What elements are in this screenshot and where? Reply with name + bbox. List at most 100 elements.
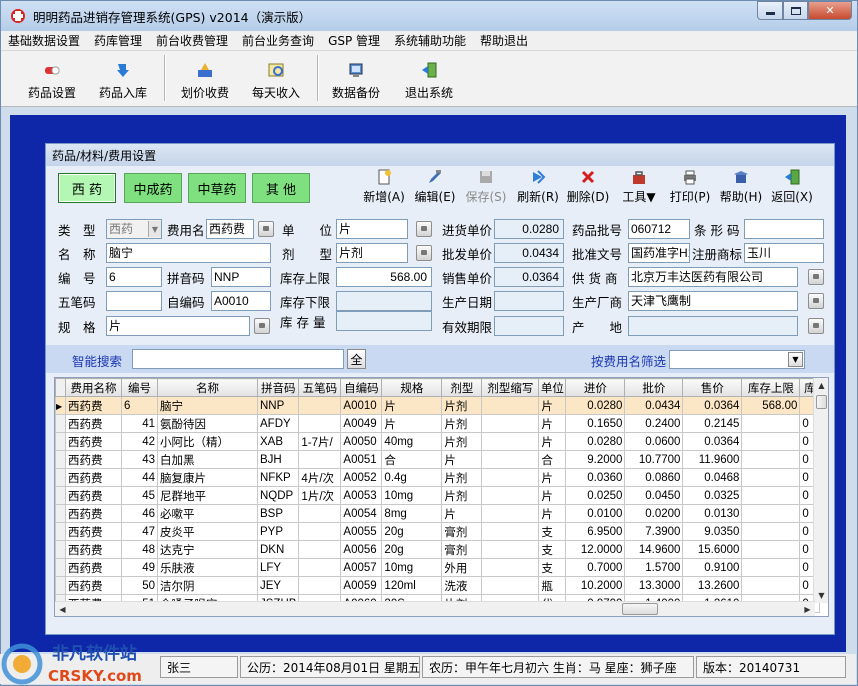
cell-wholesale[interactable]: 13.3000 [624, 576, 684, 595]
type-dropdown-arrow-icon[interactable]: ▼ [148, 221, 161, 237]
col-buy-price[interactable]: 进价 [565, 378, 626, 397]
fee-name-lookup-icon[interactable] [258, 221, 274, 237]
buy-price-field[interactable]: 0.0280 [494, 219, 564, 239]
cell-stock-max[interactable] [741, 414, 801, 433]
cell-dosage-form[interactable]: 片剂 [441, 396, 483, 415]
cell-spec[interactable]: 8mg [381, 504, 443, 523]
spec-field[interactable]: 片 [106, 316, 250, 336]
menu-front-query[interactable]: 前台业务查询 [235, 32, 321, 49]
cell-buy-price[interactable]: 0.0280 [565, 432, 626, 451]
tab-other[interactable]: 其 他 [252, 173, 310, 203]
cell-buy-price[interactable]: 9.2000 [565, 450, 626, 469]
supplier-lookup-icon[interactable] [808, 269, 824, 285]
cell-spec[interactable]: 10mg [381, 486, 443, 505]
cell-code[interactable]: 6 [121, 396, 158, 415]
cell-pinyin[interactable]: JEY [256, 576, 300, 595]
help-button[interactable]: 帮助(H) [719, 169, 763, 205]
fee-filter-dropdown-icon[interactable]: ▼ [788, 352, 803, 367]
cell-unit[interactable]: 支 [538, 540, 567, 559]
cell-spec[interactable]: 0.4g [381, 468, 443, 487]
table-row[interactable]: 西药费 43 白加黑 BJH A0051 合片合 9.2000 10.7700 11.9600 0 [55, 450, 821, 469]
cell-stock-max[interactable]: 568.00 [741, 396, 801, 415]
drug-settings-button[interactable]: 药品设置 [25, 55, 79, 101]
pinyin-field[interactable]: NNP [211, 267, 271, 287]
cell-pinyin[interactable]: NNP [256, 396, 300, 415]
cell-dosage-form[interactable]: 片 [441, 450, 483, 469]
cell-unit[interactable]: 片 [538, 396, 567, 415]
row-indicator[interactable] [55, 414, 66, 433]
cell-wholesale[interactable]: 7.3900 [624, 522, 684, 541]
col-spec[interactable]: 规格 [381, 378, 443, 397]
cell-form-abbr[interactable] [481, 486, 540, 505]
col-fee-name[interactable]: 费用名称 [65, 378, 122, 397]
cell-pinyin[interactable]: BSP [256, 504, 300, 523]
batch-field[interactable]: 060712 [628, 219, 690, 239]
cell-fee-name[interactable]: 西药费 [65, 576, 122, 595]
col-stock-max[interactable]: 库存上限 [741, 378, 801, 397]
cell-pinyin[interactable]: AFDY [256, 414, 300, 433]
scroll-up-icon[interactable]: ▲ [814, 378, 828, 393]
trademark-field[interactable]: 玉川 [744, 243, 824, 263]
cell-fee-name[interactable]: 西药费 [65, 540, 122, 559]
minimize-button[interactable] [757, 1, 783, 20]
tab-western-medicine[interactable]: 西 药 [58, 173, 116, 203]
smart-search-input[interactable] [132, 349, 344, 369]
cell-form-abbr[interactable] [481, 522, 540, 541]
cell-form-abbr[interactable] [481, 540, 540, 559]
cell-self-code[interactable]: A0055 [340, 522, 383, 541]
name-field[interactable]: 脑宁 [106, 243, 271, 263]
col-name[interactable]: 名称 [157, 378, 258, 397]
cell-spec[interactable]: 120ml [381, 576, 443, 595]
cell-dosage-form[interactable]: 洗液 [441, 576, 483, 595]
cell-code[interactable]: 42 [121, 432, 158, 451]
tools-dropdown[interactable]: 工具▼ [617, 169, 661, 205]
cell-buy-price[interactable]: 0.0100 [565, 504, 626, 523]
cell-self-code[interactable]: A0059 [340, 576, 383, 595]
menu-help-exit[interactable]: 帮助退出 [473, 32, 535, 49]
cell-self-code[interactable]: A0051 [340, 450, 383, 469]
scroll-left-icon[interactable]: ◀ [55, 602, 70, 616]
new-button[interactable]: 新增(A) [362, 169, 406, 205]
cell-code[interactable]: 45 [121, 486, 158, 505]
origin-lookup-icon[interactable] [808, 318, 824, 334]
menu-system-tools[interactable]: 系统辅助功能 [387, 32, 473, 49]
cell-self-code[interactable]: A0053 [340, 486, 383, 505]
cell-sale-price[interactable]: 0.0364 [682, 396, 743, 415]
cell-wholesale[interactable]: 0.0600 [624, 432, 684, 451]
origin-field[interactable] [628, 316, 798, 336]
cell-pinyin[interactable]: NFKP [256, 468, 300, 487]
cell-pinyin[interactable]: NQDP [256, 486, 300, 505]
row-indicator[interactable] [55, 576, 66, 595]
cell-wubi[interactable]: 4片/次 [298, 468, 342, 487]
current-row-indicator-icon[interactable]: ▶ [55, 396, 66, 415]
col-wubi[interactable]: 五笔码 [298, 378, 342, 397]
cell-dosage-form[interactable]: 片剂 [441, 414, 483, 433]
cell-code[interactable]: 44 [121, 468, 158, 487]
cell-unit[interactable]: 瓶 [538, 576, 567, 595]
cell-dosage-form[interactable]: 片剂 [441, 432, 483, 451]
cell-buy-price[interactable]: 0.7000 [565, 558, 626, 577]
cell-form-abbr[interactable] [481, 432, 540, 451]
cell-wubi[interactable] [298, 540, 342, 559]
cell-name[interactable]: 氨酚待因 [157, 414, 258, 433]
cell-self-code[interactable]: A0049 [340, 414, 383, 433]
cell-spec[interactable]: 合 [381, 450, 443, 469]
cell-code[interactable]: 41 [121, 414, 158, 433]
menu-gsp[interactable]: GSP 管理 [321, 32, 387, 49]
cell-sale-price[interactable]: 0.9100 [682, 558, 743, 577]
row-indicator[interactable] [55, 450, 66, 469]
cell-sale-price[interactable]: 11.9600 [682, 450, 743, 469]
vertical-scroll-thumb[interactable] [816, 395, 827, 409]
col-unit[interactable]: 单位 [538, 378, 567, 397]
cell-wholesale[interactable]: 14.9600 [624, 540, 684, 559]
cell-wholesale[interactable]: 0.0434 [624, 396, 684, 415]
col-pinyin[interactable]: 拼音码 [256, 378, 300, 397]
supplier-field[interactable]: 北京万丰达医药有限公司 [628, 267, 798, 287]
cell-pinyin[interactable]: LFY [256, 558, 300, 577]
row-indicator[interactable] [55, 540, 66, 559]
cell-unit[interactable]: 支 [538, 558, 567, 577]
manufacturer-lookup-icon[interactable] [808, 293, 824, 309]
cell-code[interactable]: 48 [121, 540, 158, 559]
col-dosage-form[interactable]: 剂型 [441, 378, 483, 397]
col-code[interactable]: 编号 [121, 378, 158, 397]
